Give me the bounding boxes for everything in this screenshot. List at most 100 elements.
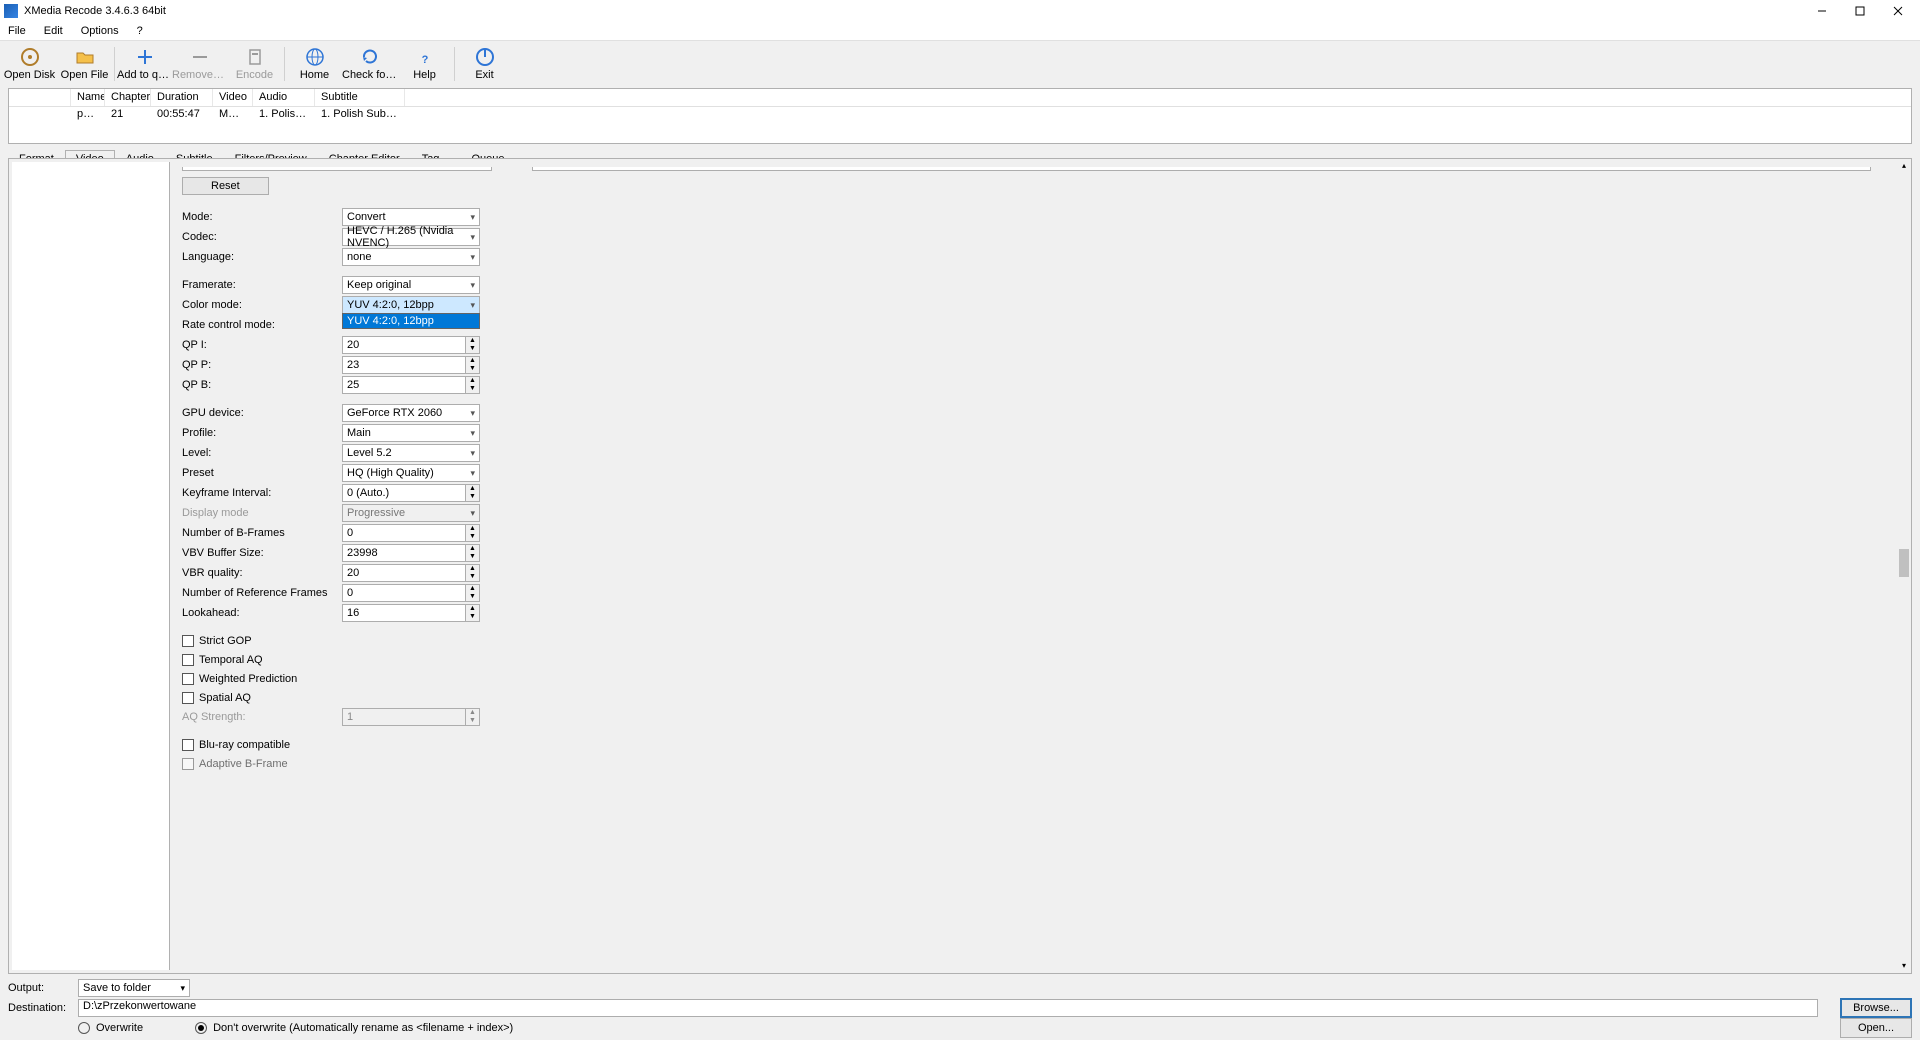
plus-icon xyxy=(135,47,155,67)
folder-open-icon xyxy=(75,47,95,67)
open-disk-button[interactable]: Open Disk xyxy=(2,42,57,86)
exit-icon xyxy=(475,47,495,67)
qpp-input[interactable]: 23▲▼ xyxy=(342,356,480,374)
browse-button[interactable]: Browse... xyxy=(1840,998,1912,1018)
home-button[interactable]: Home xyxy=(287,42,342,86)
overwrite-radio[interactable] xyxy=(78,1022,90,1034)
encode-button: Encode xyxy=(227,42,282,86)
lookahead-input[interactable]: 16▲▼ xyxy=(342,604,480,622)
bluray-checkbox[interactable] xyxy=(182,739,194,751)
scroll-thumb[interactable] xyxy=(1899,549,1909,577)
menubar: File Edit Options ? xyxy=(0,22,1920,40)
maximize-button[interactable] xyxy=(1842,1,1878,21)
temporal-aq-checkbox[interactable] xyxy=(182,654,194,666)
scrollbar[interactable]: ▴ ▾ xyxy=(1897,159,1911,973)
profile-label: Profile: xyxy=(182,427,342,439)
vbvbuf-label: VBV Buffer Size: xyxy=(182,547,342,559)
aq-strength-input: 1▲▼ xyxy=(342,708,480,726)
display-label: Display mode xyxy=(182,507,342,519)
minimize-button[interactable] xyxy=(1804,1,1840,21)
qpb-input[interactable]: 25▲▼ xyxy=(342,376,480,394)
destination-label: Destination: xyxy=(8,1002,70,1014)
language-select[interactable]: none▾ xyxy=(342,248,480,266)
table-row[interactable]: psi... 21 00:55:47 MPE... 1. Polish A...… xyxy=(9,107,1911,124)
file-grid: Name Chapters Duration Video Audio Subti… xyxy=(8,88,1912,144)
add-to-queue-button[interactable]: Add to qu... xyxy=(117,42,172,86)
adaptive-bframe-checkbox[interactable] xyxy=(182,758,194,770)
open-button[interactable]: Open... xyxy=(1840,1018,1912,1038)
qpi-input[interactable]: 20▲▼ xyxy=(342,336,480,354)
codec-label: Codec: xyxy=(182,231,342,243)
preset-label: Preset xyxy=(182,467,342,479)
weighted-prediction-checkbox[interactable] xyxy=(182,673,194,685)
qpp-label: QP P: xyxy=(182,359,342,371)
gpu-label: GPU device: xyxy=(182,407,342,419)
col-audio[interactable]: Audio xyxy=(253,89,315,106)
encode-icon xyxy=(245,47,265,67)
col-name[interactable]: Name xyxy=(71,89,105,106)
spatial-aq-checkbox[interactable] xyxy=(182,692,194,704)
level-label: Level: xyxy=(182,447,342,459)
ratecontrol-label: Rate control mode: xyxy=(182,319,342,331)
top-combo-right[interactable] xyxy=(532,167,1871,171)
preset-select[interactable]: HQ (High Quality)▾ xyxy=(342,464,480,482)
top-combo-left[interactable] xyxy=(182,167,492,171)
display-select: Progressive▾ xyxy=(342,504,480,522)
mode-label: Mode: xyxy=(182,211,342,223)
qpi-label: QP I: xyxy=(182,339,342,351)
close-button[interactable] xyxy=(1880,1,1916,21)
disc-icon xyxy=(20,47,40,67)
col-subtitle[interactable]: Subtitle xyxy=(315,89,405,106)
colormode-option[interactable]: YUV 4:2:0, 12bpp xyxy=(343,314,479,328)
level-select[interactable]: Level 5.2▾ xyxy=(342,444,480,462)
qpb-label: QP B: xyxy=(182,379,342,391)
gpu-select[interactable]: GeForce RTX 2060▾ xyxy=(342,404,480,422)
col-chapters[interactable]: Chapters xyxy=(105,89,151,106)
help-button[interactable]: ? Help xyxy=(397,42,452,86)
col-video[interactable]: Video xyxy=(213,89,253,106)
exit-button[interactable]: Exit xyxy=(457,42,512,86)
lookahead-label: Lookahead: xyxy=(182,607,342,619)
framerate-select[interactable]: Keep original▾ xyxy=(342,276,480,294)
refresh-icon xyxy=(360,47,380,67)
output-select[interactable]: Save to folder▾ xyxy=(78,979,190,997)
app-icon xyxy=(4,4,18,18)
destination-input[interactable]: D:\zPrzekonwertowane xyxy=(78,999,1818,1017)
col-duration[interactable]: Duration xyxy=(151,89,213,106)
framerate-label: Framerate: xyxy=(182,279,342,291)
titlebar: XMedia Recode 3.4.6.3 64bit xyxy=(0,0,1920,22)
minus-icon xyxy=(190,47,210,67)
aq-strength-label: AQ Strength: xyxy=(182,711,342,723)
refframes-label: Number of Reference Frames xyxy=(182,587,342,599)
vbvbuf-input[interactable]: 23998▲▼ xyxy=(342,544,480,562)
menu-file[interactable]: File xyxy=(4,24,30,38)
menu-edit[interactable]: Edit xyxy=(40,24,67,38)
output-label: Output: xyxy=(8,982,70,994)
scroll-down-icon[interactable]: ▾ xyxy=(1899,961,1909,971)
check-updates-button[interactable]: Check for ... xyxy=(342,42,397,86)
keyframe-label: Keyframe Interval: xyxy=(182,487,342,499)
open-file-button[interactable]: Open File xyxy=(57,42,112,86)
colormode-select[interactable]: YUV 4:2:0, 12bpp▾ xyxy=(342,296,480,314)
language-label: Language: xyxy=(182,251,342,263)
svg-text:?: ? xyxy=(421,54,428,66)
vbrq-label: VBR quality: xyxy=(182,567,342,579)
strict-gop-checkbox[interactable] xyxy=(182,635,194,647)
profile-select[interactable]: Main▾ xyxy=(342,424,480,442)
toolbar: Open Disk Open File Add to qu... Remove … xyxy=(0,40,1920,86)
bframes-input[interactable]: 0▲▼ xyxy=(342,524,480,542)
menu-help[interactable]: ? xyxy=(133,24,147,38)
codec-select[interactable]: HEVC / H.265 (Nvidia NVENC)▾ xyxy=(342,228,480,246)
menu-options[interactable]: Options xyxy=(77,24,123,38)
window-title: XMedia Recode 3.4.6.3 64bit xyxy=(24,5,166,17)
keyframe-input[interactable]: 0 (Auto.)▲▼ xyxy=(342,484,480,502)
vbrq-input[interactable]: 20▲▼ xyxy=(342,564,480,582)
refframes-input[interactable]: 0▲▼ xyxy=(342,584,480,602)
mode-select[interactable]: Convert▾ xyxy=(342,208,480,226)
scroll-up-icon[interactable]: ▴ xyxy=(1899,161,1909,171)
remove-job-button: Remove Job xyxy=(172,42,227,86)
reset-button[interactable]: Reset xyxy=(182,177,269,195)
dont-overwrite-radio[interactable] xyxy=(195,1022,207,1034)
video-settings-form: Reset Mode: Convert▾ Codec: HEVC / H.265… xyxy=(170,159,1911,973)
colormode-dropdown[interactable]: YUV 4:2:0, 12bpp xyxy=(342,313,480,329)
